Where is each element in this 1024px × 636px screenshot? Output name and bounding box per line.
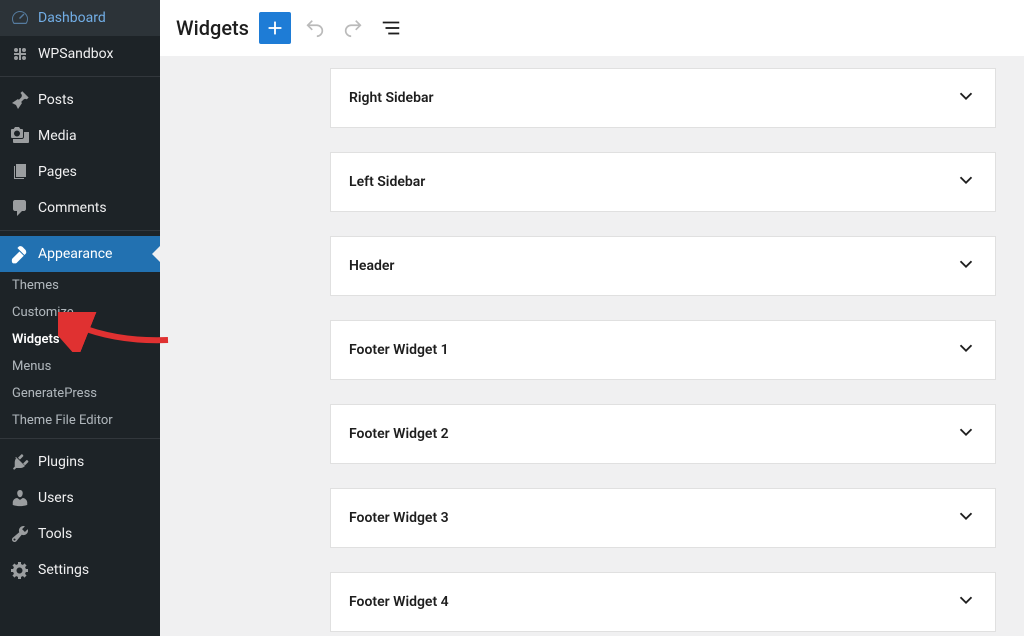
undo-icon	[304, 17, 326, 39]
sandbox-icon	[10, 44, 30, 64]
widget-area-header[interactable]: Header	[330, 236, 996, 296]
editor-toolbar: Widgets	[160, 0, 1024, 56]
pages-icon	[10, 162, 30, 182]
widget-area-label: Footer Widget 1	[349, 342, 449, 358]
submenu-item-generatepress[interactable]: GeneratePress	[0, 380, 160, 407]
sidebar-item-dashboard[interactable]: Dashboard	[0, 0, 160, 36]
chevron-down-icon	[955, 169, 977, 195]
sidebar-item-label: Comments	[38, 200, 107, 216]
list-view-icon	[380, 17, 402, 39]
menu-separator	[0, 226, 160, 231]
brush-icon	[10, 244, 30, 264]
widget-area-label: Right Sidebar	[349, 90, 434, 106]
comments-icon	[10, 198, 30, 218]
list-view-button[interactable]	[377, 14, 405, 42]
widget-area-footer-1[interactable]: Footer Widget 1	[330, 320, 996, 380]
sidebar-item-settings[interactable]: Settings	[0, 552, 160, 588]
submenu-item-themes[interactable]: Themes	[0, 272, 160, 299]
submenu-label: Menus	[12, 359, 51, 374]
submenu-label: Theme File Editor	[12, 413, 113, 428]
users-icon	[10, 488, 30, 508]
chevron-down-icon	[955, 589, 977, 615]
sidebar-item-comments[interactable]: Comments	[0, 190, 160, 226]
chevron-down-icon	[955, 85, 977, 111]
redo-icon	[342, 17, 364, 39]
widget-area-label: Footer Widget 2	[349, 426, 449, 442]
submenu-item-customize[interactable]: Customize	[0, 299, 160, 326]
page-title: Widgets	[176, 16, 249, 40]
widget-area-right-sidebar[interactable]: Right Sidebar	[330, 68, 996, 128]
sidebar-item-label: Settings	[38, 562, 89, 578]
settings-icon	[10, 560, 30, 580]
sidebar-item-wpsandbox[interactable]: WPSandbox	[0, 36, 160, 72]
submenu-label: Customize	[12, 305, 74, 320]
main-content: Widgets Right Sidebar Left Sidebar	[160, 0, 1024, 636]
submenu-label: GeneratePress	[12, 386, 97, 401]
sidebar-item-label: Tools	[38, 526, 72, 542]
submenu-label: Themes	[12, 278, 59, 293]
undo-button[interactable]	[301, 14, 329, 42]
sidebar-item-label: Users	[38, 490, 74, 506]
plus-icon	[264, 17, 286, 39]
widget-area-label: Footer Widget 4	[349, 594, 449, 610]
menu-separator	[0, 72, 160, 77]
widget-area-left-sidebar[interactable]: Left Sidebar	[330, 152, 996, 212]
widget-areas-list: Right Sidebar Left Sidebar Header Footer…	[160, 56, 1024, 636]
add-block-button[interactable]	[259, 12, 291, 44]
sidebar-item-users[interactable]: Users	[0, 480, 160, 516]
sidebar-item-label: Posts	[38, 92, 74, 108]
submenu-item-widgets[interactable]: Widgets	[0, 326, 160, 353]
media-icon	[10, 126, 30, 146]
widget-area-label: Left Sidebar	[349, 174, 425, 190]
sidebar-item-label: Appearance	[38, 246, 112, 262]
submenu-item-menus[interactable]: Menus	[0, 353, 160, 380]
chevron-down-icon	[955, 337, 977, 363]
plugins-icon	[10, 452, 30, 472]
sidebar-item-media[interactable]: Media	[0, 118, 160, 154]
pin-icon	[10, 90, 30, 110]
widget-area-label: Footer Widget 3	[349, 510, 449, 526]
tools-icon	[10, 524, 30, 544]
sidebar-item-plugins[interactable]: Plugins	[0, 444, 160, 480]
redo-button[interactable]	[339, 14, 367, 42]
sidebar-item-label: Dashboard	[38, 10, 106, 26]
sidebar-item-tools[interactable]: Tools	[0, 516, 160, 552]
widget-area-footer-2[interactable]: Footer Widget 2	[330, 404, 996, 464]
widget-area-label: Header	[349, 258, 394, 274]
submenu-item-theme-file-editor[interactable]: Theme File Editor	[0, 407, 160, 434]
chevron-down-icon	[955, 505, 977, 531]
chevron-down-icon	[955, 253, 977, 279]
admin-sidebar: Dashboard WPSandbox Posts Media Pa	[0, 0, 160, 636]
sidebar-item-label: Media	[38, 128, 77, 144]
submenu-label: Widgets	[12, 332, 60, 347]
chevron-down-icon	[955, 421, 977, 447]
menu-separator	[0, 434, 160, 439]
sidebar-item-pages[interactable]: Pages	[0, 154, 160, 190]
sidebar-item-label: Pages	[38, 164, 77, 180]
sidebar-item-label: WPSandbox	[38, 46, 113, 62]
sidebar-item-appearance[interactable]: Appearance	[0, 236, 160, 272]
sidebar-item-label: Plugins	[38, 454, 84, 470]
dashboard-icon	[10, 8, 30, 28]
sidebar-item-posts[interactable]: Posts	[0, 82, 160, 118]
widget-area-footer-4[interactable]: Footer Widget 4	[330, 572, 996, 632]
widget-area-footer-3[interactable]: Footer Widget 3	[330, 488, 996, 548]
